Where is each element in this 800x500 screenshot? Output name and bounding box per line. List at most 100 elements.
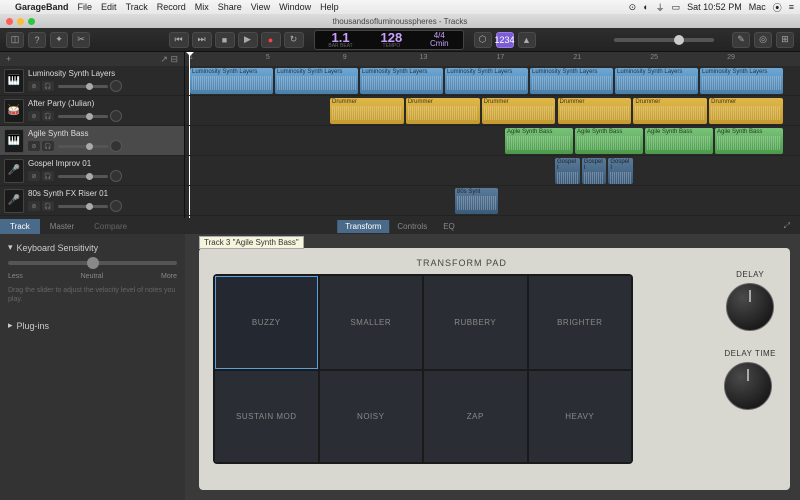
zoom-button[interactable]	[28, 18, 35, 25]
track-volume-slider[interactable]	[58, 145, 108, 148]
transform-pad-grid[interactable]: BUZZYSMALLERRUBBERYBRIGHTERSUSTAIN MODNO…	[213, 274, 633, 464]
minimize-button[interactable]	[17, 18, 24, 25]
compare-button[interactable]: Compare	[84, 219, 137, 234]
menu-edit[interactable]: Edit	[101, 2, 117, 12]
track-icon[interactable]: 🎤	[4, 189, 24, 213]
timeline-row[interactable]: Agile Synth BassAgile Synth BassAgile Sy…	[185, 126, 800, 156]
region[interactable]: Drummer	[330, 98, 404, 124]
region[interactable]: Agile Synth Bass	[645, 128, 713, 154]
app-menu[interactable]: GarageBand	[15, 2, 69, 12]
region[interactable]: Agile Synth Bass	[505, 128, 573, 154]
count-in-button[interactable]: 1234	[496, 32, 514, 48]
track-volume-slider[interactable]	[58, 205, 108, 208]
solo-button[interactable]: 🎧	[42, 171, 54, 181]
region[interactable]: Gospel I	[582, 158, 607, 184]
spotlight-icon[interactable]: ⦿	[773, 1, 782, 14]
delay-knob[interactable]	[726, 283, 774, 331]
menu-track[interactable]: Track	[126, 2, 148, 12]
status-icon[interactable]: ⊙	[629, 2, 637, 13]
media-browser-button[interactable]: ⊞	[776, 32, 794, 48]
forward-button[interactable]: ⏭	[192, 32, 212, 48]
menu-window[interactable]: Window	[279, 2, 311, 12]
editors-button[interactable]: ✂	[72, 32, 90, 48]
transform-pad-cell[interactable]: ZAP	[424, 371, 527, 462]
track-header[interactable]: 🎤 80s Synth FX Riser 01 ⊘🎧	[0, 186, 184, 216]
timeline-row[interactable]: Gospel IGospel IGospel I	[185, 156, 800, 186]
region[interactable]: 80s Synt	[455, 188, 498, 214]
tab-controls[interactable]: Controls	[389, 220, 435, 233]
mute-button[interactable]: ⊘	[28, 201, 40, 211]
solo-button[interactable]: 🎧	[42, 201, 54, 211]
region[interactable]: Agile Synth Bass	[715, 128, 783, 154]
track-header-config-icon[interactable]: ⊟	[170, 54, 178, 64]
delay-time-knob[interactable]	[724, 362, 772, 410]
status-icon[interactable]: ◐	[643, 2, 648, 12]
tab-track[interactable]: Track	[0, 219, 40, 234]
track-icon[interactable]: 🎤	[4, 159, 24, 183]
region[interactable]: Gospel I	[608, 158, 633, 184]
menubar-user[interactable]: Mac	[749, 2, 766, 12]
rewind-button[interactable]: ⏮	[169, 32, 189, 48]
region[interactable]: Luminosity Synth Layers	[190, 68, 273, 94]
track-volume-slider[interactable]	[58, 85, 108, 88]
transform-pad-cell[interactable]: NOISY	[320, 371, 423, 462]
library-button[interactable]: ◫	[6, 32, 24, 48]
transform-pad-cell[interactable]: SUSTAIN MOD	[215, 371, 318, 462]
add-track-button[interactable]: +	[6, 54, 11, 64]
timeline-row[interactable]: DrummerDrummerDrummerDrummerDrummerDrumm…	[185, 96, 800, 126]
track-header[interactable]: 🎹 Agile Synth Bass ⊘🎧	[0, 126, 184, 156]
wifi-icon[interactable]: ⏚	[656, 1, 665, 14]
region[interactable]: Luminosity Synth Layers	[360, 68, 443, 94]
lcd-display[interactable]: 1.1BAR BEAT 128TEMPO 4/4Cmin	[314, 30, 464, 50]
timeline[interactable]: 1591317212529 Luminosity Synth LayersLum…	[185, 52, 800, 218]
track-icon[interactable]: 🎹	[4, 69, 24, 93]
region[interactable]: Agile Synth Bass	[575, 128, 643, 154]
menubar-clock[interactable]: Sat 10:52 PM	[687, 2, 742, 12]
track-header[interactable]: 🎤 Gospel Improv 01 ⊘🎧	[0, 156, 184, 186]
track-header[interactable]: 🎹 Luminosity Synth Layers ⊘🎧	[0, 66, 184, 96]
track-icon[interactable]: 🥁	[4, 99, 24, 123]
transform-pad-cell[interactable]: SMALLER	[320, 276, 423, 369]
track-volume-slider[interactable]	[58, 175, 108, 178]
cycle-button[interactable]: ↻	[284, 32, 304, 48]
region[interactable]: Luminosity Synth Layers	[275, 68, 358, 94]
region[interactable]: Luminosity Synth Layers	[615, 68, 698, 94]
menu-mix[interactable]: Mix	[195, 2, 209, 12]
track-pan-knob[interactable]	[110, 200, 122, 212]
notif-icon[interactable]: ≡	[789, 2, 794, 12]
timeline-row[interactable]: 80s Synt	[185, 186, 800, 216]
region[interactable]: Luminosity Synth Layers	[530, 68, 613, 94]
tab-eq[interactable]: EQ	[435, 220, 463, 233]
menu-record[interactable]: Record	[157, 2, 186, 12]
mute-button[interactable]: ⊘	[28, 141, 40, 151]
solo-button[interactable]: 🎧	[42, 141, 54, 151]
transform-pad-cell[interactable]: BRIGHTER	[529, 276, 632, 369]
region[interactable]: Drummer	[558, 98, 632, 124]
solo-button[interactable]: 🎧	[42, 111, 54, 121]
track-pan-knob[interactable]	[110, 170, 122, 182]
region[interactable]: Luminosity Synth Layers	[445, 68, 528, 94]
timeline-row[interactable]: Luminosity Synth LayersLuminosity Synth …	[185, 66, 800, 96]
automation-icon[interactable]: ↗	[160, 54, 168, 64]
track-header[interactable]: 🥁 After Party (Julian) ⊘🎧	[0, 96, 184, 126]
loop-browser-button[interactable]: ◎	[754, 32, 772, 48]
stop-button[interactable]: ■	[215, 32, 235, 48]
region[interactable]: Drummer	[482, 98, 556, 124]
battery-icon[interactable]: ▭	[672, 2, 681, 13]
region[interactable]: Drummer	[709, 98, 783, 124]
region[interactable]: Drummer	[406, 98, 480, 124]
ruler[interactable]: 1591317212529	[185, 52, 800, 66]
track-pan-knob[interactable]	[110, 140, 122, 152]
play-button[interactable]: ▶	[238, 32, 258, 48]
solo-button[interactable]: 🎧	[42, 81, 54, 91]
track-pan-knob[interactable]	[110, 110, 122, 122]
metronome-button[interactable]: ▲	[518, 32, 536, 48]
region[interactable]: Drummer	[633, 98, 707, 124]
region[interactable]: Luminosity Synth Layers	[700, 68, 783, 94]
notepad-button[interactable]: ✎	[732, 32, 750, 48]
transform-pad-cell[interactable]: BUZZY	[215, 276, 318, 369]
track-volume-slider[interactable]	[58, 115, 108, 118]
tab-transform[interactable]: Transform	[337, 220, 389, 233]
keyboard-sensitivity-slider[interactable]	[8, 261, 177, 265]
region[interactable]: Gospel I	[555, 158, 580, 184]
